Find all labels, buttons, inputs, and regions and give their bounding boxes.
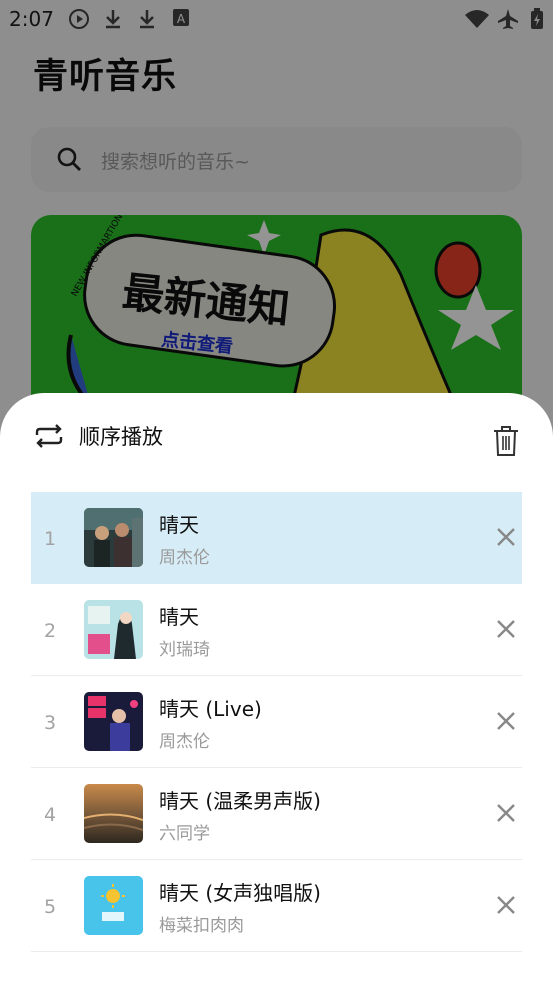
song-title: 晴天: [159, 513, 199, 537]
remove-icon[interactable]: [496, 711, 516, 731]
song-row[interactable]: 4 晴天 (温柔男声版) 六同学: [31, 768, 522, 860]
song-artist: 周杰伦: [159, 548, 210, 568]
repeat-icon: [35, 424, 63, 448]
song-artist: 六同学: [159, 824, 210, 844]
playlist-sheet: 顺序播放 1 晴天 周杰伦 2 晴天 刘瑞琦 3 晴天 (Live) 周杰伦 4…: [0, 393, 553, 983]
song-row[interactable]: 5 晴天 (女声独唱版) 梅菜扣肉肉: [31, 860, 522, 952]
song-index: 1: [44, 528, 57, 550]
remove-icon[interactable]: [496, 619, 516, 639]
song-artist: 周杰伦: [159, 732, 210, 752]
song-row[interactable]: 3 晴天 (Live) 周杰伦: [31, 676, 522, 768]
song-title: 晴天 (Live): [159, 697, 262, 721]
album-cover: [84, 508, 143, 567]
trash-icon[interactable]: [493, 425, 519, 457]
play-mode-toggle[interactable]: 顺序播放: [33, 421, 163, 451]
song-artist: 梅菜扣肉肉: [159, 916, 244, 936]
song-title: 晴天: [159, 605, 199, 629]
song-row[interactable]: 2 晴天 刘瑞琦: [31, 584, 522, 676]
remove-icon[interactable]: [496, 803, 516, 823]
song-list: 1 晴天 周杰伦 2 晴天 刘瑞琦 3 晴天 (Live) 周杰伦 4 晴天 (…: [31, 492, 522, 952]
remove-icon[interactable]: [496, 895, 516, 915]
song-title: 晴天 (女声独唱版): [159, 881, 321, 905]
song-index: 4: [44, 804, 57, 826]
album-cover: [84, 600, 143, 659]
song-index: 3: [44, 712, 57, 734]
song-title: 晴天 (温柔男声版): [159, 789, 321, 813]
album-cover: [84, 876, 143, 935]
album-cover: [84, 784, 143, 843]
play-mode-label: 顺序播放: [79, 425, 163, 449]
song-artist: 刘瑞琦: [159, 640, 210, 660]
remove-icon[interactable]: [496, 527, 516, 547]
song-index: 2: [44, 620, 57, 642]
song-row[interactable]: 1 晴天 周杰伦: [31, 492, 522, 584]
album-cover: [84, 692, 143, 751]
song-index: 5: [44, 896, 57, 918]
